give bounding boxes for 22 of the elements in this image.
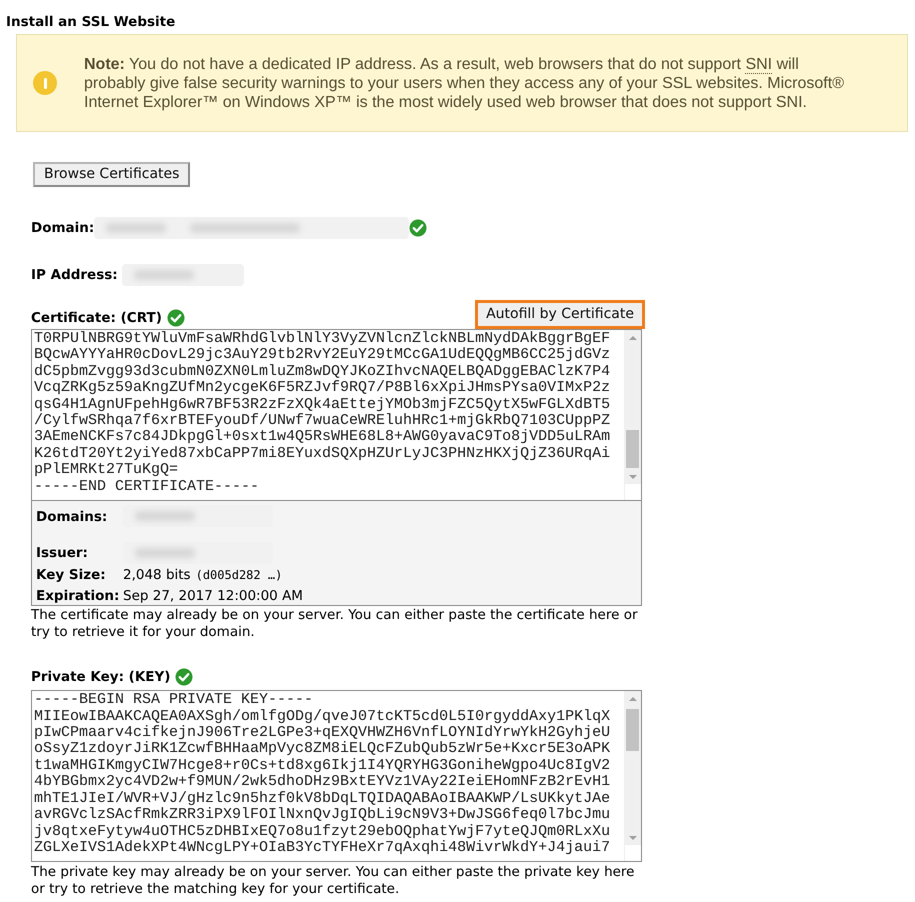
note-text: Note: You do not have a dedicated IP address. As a result, web browsers that do not support SNI will probably give false security warnings to your users when they access any of your SSL websites. Microsoft® Internet Explorer™ on Windows XP™ is the most widely used web browser that does not support SNI. [84,54,845,112]
expiration-value: Sep 27, 2017 12:00:00 AM [123,586,303,606]
private-key-help-text: The private key may already be on your server. You can either paste the private key here or try to retrieve the matching key for your certificate. [31,864,636,898]
page-title: Install an SSL Website [6,13,176,32]
warning-icon [33,71,57,95]
key-size-label: Key Size: [36,566,107,585]
certificate-help-text: The certificate may already be on your server. You can either paste the certificate here or try to retrieve it for your domain. [31,607,639,641]
scrollbar[interactable] [624,691,641,846]
certificate-label: Certificate: (CRT) [31,308,162,328]
key-size-value: 2,048 bits [123,566,191,585]
browse-certificates-button[interactable]: Browse Certificates [33,162,190,187]
ip-address-label: IP Address: [31,266,118,285]
key-fingerprint: (d005d282 …) [196,567,282,584]
private-key-field[interactable]: -----BEGIN RSA PRIVATE KEY----- MIIEowIBAAKCAQEA0AXSgh/omlfgODg/qveJ07tcKT5cd0L5I0rgyddAxy1PKlqX pIwCPmaarv4cifkejnJ906Tre2LGPe3+qEXQVHWZH6VnfLOYNIdYrwYkH2GyhjeU oSsyZ1zdoyrJiRK1ZcwfBHHaaMpVyc8ZM8iELQcFZubQub5zWr5e+Kxcr5E3oAPK t1waMHGIKmgyCIW7Hcge8+r0Cs+td8xg6Ikj1I4YQRYHG3GoniheWgpo4Uc8IgV2 4bYBGbmx2yc4VD2w+f9MUN/2wk5dhoDHz9BxtEYVz1VAy22IeiEHomNFzB2rEvH1 mhTE1JIeI/WVR+VJ/gHzlc9n5hzf0kV8bDqLTQIDAQABAoIBAAKWP/LsUKkytJAe avRGVclzSAcfRmkZRR3iPX9lFOIlNxnQvJgIQbLi9cN9V3+DwJSG6feq0l7bcJmu jv8qtxeFytyw4uOTHC5zDHBIxEQ7o8u1fzyt29ebOQphatYwjF7yteQJQm0RLxXu ZGLXeIVS1AdekXPt4WNcgLPY+OIaB3YcTYFHeXr7qAxqhi48WivrWkdY+J4jaui7 [31,690,642,862]
autofill-by-certificate-button[interactable]: Autofill by Certificate [475,300,645,329]
expiration-label: Expiration: [36,586,120,606]
issuer-label: Issuer: [36,544,89,563]
scrollbar[interactable] [624,330,641,485]
domains-label: Domains: [36,508,108,527]
domain-label: Domain: [31,218,94,238]
private-key-label: Private Key: (KEY) [31,668,170,687]
certificate-field[interactable]: T0RPUlNBRG9tYWluVmFsaWRhdGlvblNlY3VyZVNlcnZlckNBLmNydDAkBggrBgEF BQcwAYYYaHR0cDovL29jc3AuY29tb2RvY2EuY29tMCcGA1UdEQQgMB6CC25jdGVz dC5pbmZvgg93d3cubmN0ZXN0LmluZm8wDQYJKoZIhvcNAQELBQADggEBAClzK7P4 VcqZRKg5z59aKngZUfMn2ycgeK6F5RZJvf9RQ7/P8Bl6xXpiJHmsPYsa0VIMxP2z qsG4H1AgnUFpehHg6wR7BF53R2zFzXQk4aEttejYMOb3mjFZC5QytX5wFGLXdBT5 /CylfwSRhqa7f6xrBTEFyouDf/UNwf7wuaCeWREluhHRc1+mjGkRbQ7103CUppPZ 3AEmeNCKFs7c84JDkpgGl+0sxt1w4Q5RsWHE68L8+AWG0yavaC9To8jVDD5uLRAm K26tdT20Yt2yiYed87xbCaPP7mi8EYuxdSQXpHZUrLyJC3PHNzHKXjQjZ36URqAi pPlEMRKt27TuKgQ= -----END CERTIFICATE----- [31,329,642,501]
